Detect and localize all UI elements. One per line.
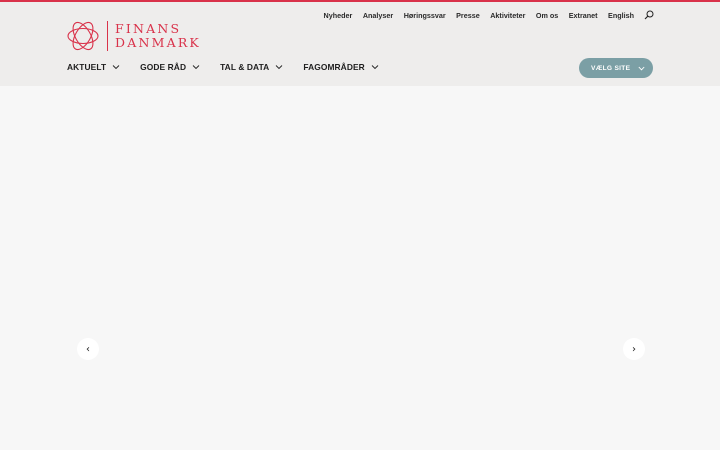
util-link-nyheder[interactable]: Nyheder xyxy=(324,11,353,20)
finans-danmark-logo[interactable]: FINANS DANMARK xyxy=(66,18,206,54)
search-icon[interactable] xyxy=(644,10,654,20)
util-link-om-os[interactable]: Om os xyxy=(536,11,558,20)
chevron-down-icon xyxy=(276,65,283,70)
chevron-down-icon xyxy=(638,66,645,70)
nav-item-tal-data[interactable]: TAL & DATA xyxy=(220,62,283,72)
utility-nav: Nyheder Analyser Høringssvar Presse Akti… xyxy=(324,8,654,22)
carousel-prev-button[interactable]: ‹ xyxy=(77,338,99,360)
logo-wordmark: FINANS DANMARK xyxy=(115,22,201,50)
chevron-down-icon xyxy=(371,65,379,70)
nav-label: AKTUELT xyxy=(67,62,107,72)
nav-label: FAGOMRÅDER xyxy=(303,62,365,72)
chevron-down-icon xyxy=(192,65,200,70)
util-link-analyser[interactable]: Analyser xyxy=(363,11,393,20)
util-link-english[interactable]: English xyxy=(608,11,634,20)
util-link-aktiviteter[interactable]: Aktiviteter xyxy=(490,11,525,20)
logo-line-2: DANMARK xyxy=(115,35,201,50)
chevron-down-icon xyxy=(112,65,120,70)
site-selector-button[interactable]: VÆLG SITE xyxy=(579,58,653,78)
main-nav: AKTUELT GODE RÅD TAL & DATA FAGOMRÅDER xyxy=(67,60,399,74)
util-link-extranet[interactable]: Extranet xyxy=(569,11,598,20)
chevron-right-icon: › xyxy=(632,343,636,355)
site-header: FINANS DANMARK Nyheder Analyser Høringss… xyxy=(0,2,720,86)
util-link-horingssvar[interactable]: Høringssvar xyxy=(404,11,446,20)
nav-item-aktuelt[interactable]: AKTUELT xyxy=(67,62,120,72)
util-link-presse[interactable]: Presse xyxy=(456,11,480,20)
carousel-next-button[interactable]: › xyxy=(623,338,645,360)
nav-item-gode-raad[interactable]: GODE RÅD xyxy=(140,62,200,72)
site-selector-label: VÆLG SITE xyxy=(591,64,631,72)
logo-line-1: FINANS xyxy=(115,21,182,36)
chevron-left-icon: ‹ xyxy=(86,343,90,355)
logo-divider xyxy=(107,21,108,51)
nav-item-fagomraader[interactable]: FAGOMRÅDER xyxy=(303,62,379,72)
logo-mark-icon xyxy=(67,21,99,51)
nav-label: GODE RÅD xyxy=(140,62,187,72)
hero-carousel xyxy=(0,86,720,450)
nav-label: TAL & DATA xyxy=(220,62,270,72)
